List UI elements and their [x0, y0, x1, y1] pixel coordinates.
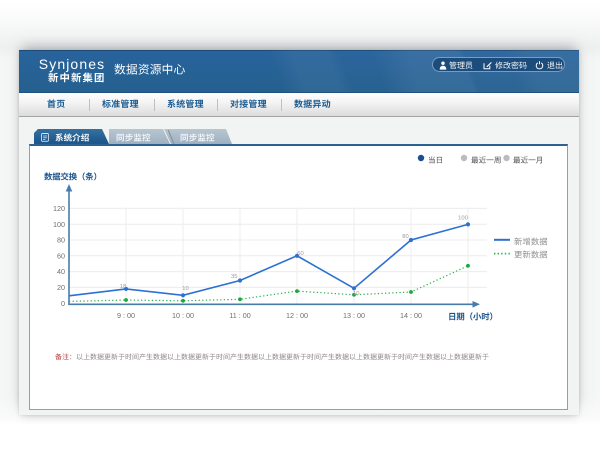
svg-text:100: 100 — [53, 220, 65, 229]
svg-text:60: 60 — [297, 251, 303, 257]
svg-text:14 : 00: 14 : 00 — [400, 311, 422, 320]
svg-text:35: 35 — [231, 274, 237, 280]
svg-text:11 : 00: 11 : 00 — [229, 311, 250, 320]
svg-text:120: 120 — [53, 204, 65, 213]
svg-text:9 : 00: 9 : 00 — [117, 311, 135, 320]
svg-text:12 : 00: 12 : 00 — [286, 311, 308, 320]
svg-text:40: 40 — [57, 267, 65, 276]
svg-text:13 : 00: 13 : 00 — [343, 311, 365, 320]
svg-text:10: 10 — [182, 286, 188, 292]
svg-text:18: 18 — [120, 284, 126, 290]
svg-text:10: 10 — [353, 291, 359, 297]
svg-text:10 : 00: 10 : 00 — [172, 311, 194, 320]
svg-text:60: 60 — [57, 251, 65, 260]
svg-text:80: 80 — [402, 234, 408, 240]
svg-text:0: 0 — [61, 299, 65, 308]
svg-text:100: 100 — [458, 215, 468, 221]
svg-text:20: 20 — [57, 283, 65, 292]
svg-text:80: 80 — [57, 236, 65, 245]
